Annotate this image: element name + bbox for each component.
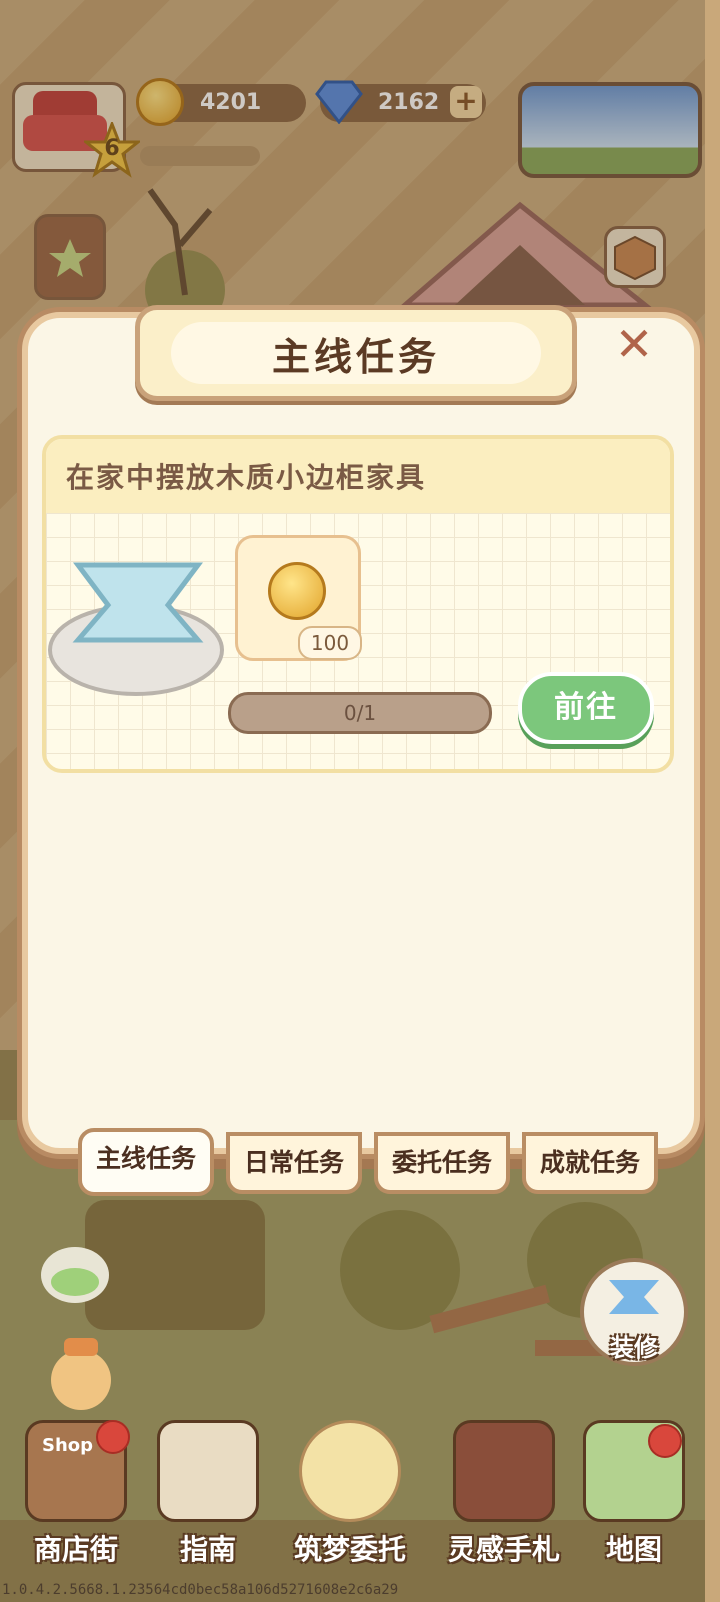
version-string: 1.0.4.2.5668.1.23564cd0bec58a106d5271608… (2, 1582, 399, 1598)
nav-guide[interactable]: 指南 (148, 1420, 268, 1580)
tab-main-quest[interactable]: 主线任务 (78, 1128, 214, 1196)
tab-commission-quest[interactable]: 委托任务 (374, 1132, 510, 1194)
task-progress-bar: 0/1 (228, 692, 492, 734)
map-badge (648, 1424, 682, 1458)
tab-achievement-quest[interactable]: 成就任务 (522, 1132, 658, 1194)
quest-tabs: 主线任务 日常任务 委托任务 成就任务 (78, 1128, 658, 1196)
reward-count: 100 (298, 626, 362, 660)
nav-map-label: 地图 (605, 1533, 662, 1566)
decorate-label: 装修 (610, 1334, 658, 1362)
decorate-button[interactable]: 装修 (580, 1258, 688, 1366)
dog-character-icon[interactable] (36, 1330, 126, 1420)
nav-map[interactable]: 地图 (574, 1420, 694, 1580)
pet-slime-icon[interactable] (30, 1220, 120, 1310)
shop-badge (96, 1420, 130, 1454)
guide-book-icon (157, 1420, 259, 1522)
side-cabinet-furniture-icon (48, 562, 224, 696)
nav-inspiration-notes-label: 灵感手札 (447, 1533, 560, 1566)
tab-daily-quest[interactable]: 日常任务 (226, 1132, 362, 1194)
coin-reward-icon (268, 562, 326, 620)
task-description: 在家中摆放木质小边柜家具 (46, 439, 670, 513)
nav-dream-commission-label: 筑梦委托 (293, 1533, 406, 1566)
task-progress-text: 0/1 (343, 701, 377, 725)
notebook-icon (299, 1420, 401, 1522)
quill-book-icon (453, 1420, 555, 1522)
close-icon[interactable]: ✕ (612, 321, 656, 367)
nav-inspiration-notes[interactable]: 灵感手札 (442, 1420, 566, 1580)
nav-shop-street[interactable]: Shop 商店街 (16, 1420, 136, 1580)
decorate-furniture-icon (609, 1280, 659, 1314)
nav-guide-label: 指南 (179, 1533, 236, 1566)
nav-shop-street-label: 商店街 (33, 1533, 118, 1566)
go-button[interactable]: 前往 (518, 672, 654, 744)
shop-sign-text: Shop (42, 1435, 94, 1456)
panel-title: 主线任务 (171, 322, 541, 384)
panel-title-plate: 主线任务 (135, 305, 577, 401)
nav-dream-commission[interactable]: 筑梦委托 (290, 1420, 410, 1580)
